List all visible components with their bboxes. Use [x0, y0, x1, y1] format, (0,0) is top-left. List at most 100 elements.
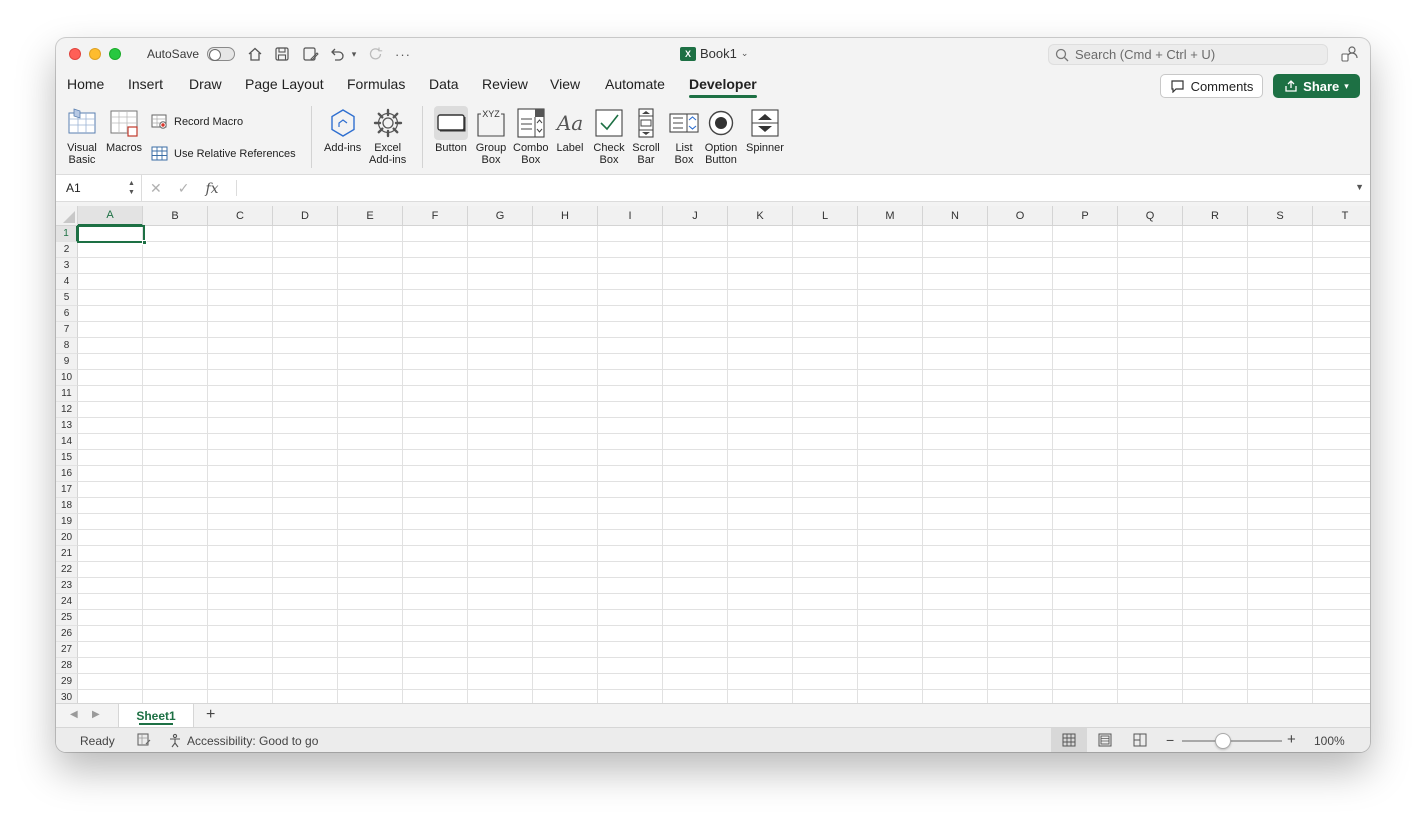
tab-draw[interactable]: Draw: [189, 76, 222, 92]
column-header-h[interactable]: H: [533, 206, 598, 226]
home-icon[interactable]: [246, 45, 264, 63]
row-header-16[interactable]: 16: [56, 466, 78, 482]
cell-area[interactable]: [78, 226, 1370, 703]
row-header-14[interactable]: 14: [56, 434, 78, 450]
worksheet-grid[interactable]: ABCDEFGHIJKLMNOPQRST 1 2 3 4 5 6 7 8 9 10 11 12 13 14…: [56, 206, 1370, 703]
tab-page-layout[interactable]: Page Layout: [245, 76, 324, 92]
insert-button-control[interactable]: Button: [434, 106, 468, 154]
column-header-b[interactable]: B: [143, 206, 208, 226]
excel-add-ins-button[interactable]: Excel Add-ins: [369, 106, 406, 166]
add-ins-button[interactable]: Add-ins: [324, 106, 361, 154]
minimize-window-button[interactable]: [89, 48, 101, 60]
row-header-18[interactable]: 18: [56, 498, 78, 514]
column-header-l[interactable]: L: [793, 206, 858, 226]
row-header-19[interactable]: 19: [56, 514, 78, 530]
column-header-o[interactable]: O: [988, 206, 1053, 226]
row-header-8[interactable]: 8: [56, 338, 78, 354]
spinner-button[interactable]: Spinner: [746, 106, 784, 154]
confirm-entry-icon[interactable]: ✓: [178, 180, 190, 197]
tab-developer[interactable]: Developer: [689, 76, 757, 98]
column-header-r[interactable]: R: [1183, 206, 1248, 226]
tab-view[interactable]: View: [550, 76, 580, 92]
row-header-20[interactable]: 20: [56, 530, 78, 546]
add-sheet-plus-icon[interactable]: +: [206, 706, 215, 724]
name-box-stepper-icon[interactable]: ▲ ▼: [128, 179, 135, 197]
undo-dropdown-chevron-icon[interactable]: ▾: [349, 45, 359, 63]
column-header-q[interactable]: Q: [1118, 206, 1183, 226]
zoom-percentage[interactable]: 100%: [1314, 734, 1345, 748]
column-header-j[interactable]: J: [663, 206, 728, 226]
save-as-icon[interactable]: [300, 45, 320, 63]
maximize-window-button[interactable]: [109, 48, 121, 60]
search-box[interactable]: Search (Cmd + Ctrl + U): [1048, 44, 1328, 65]
share-button[interactable]: Share ▾: [1273, 74, 1360, 98]
zoom-slider[interactable]: [1182, 740, 1282, 742]
column-header-g[interactable]: G: [468, 206, 533, 226]
sheet-tab-sheet1[interactable]: Sheet1: [118, 704, 194, 727]
column-header-k[interactable]: K: [728, 206, 793, 226]
row-header-9[interactable]: 9: [56, 354, 78, 370]
row-header-26[interactable]: 26: [56, 626, 78, 642]
use-relative-references-button[interactable]: Use Relative References: [151, 146, 296, 161]
column-header-a[interactable]: A: [78, 206, 143, 226]
list-box-button[interactable]: List Box: [667, 106, 701, 166]
save-icon[interactable]: [273, 45, 291, 63]
row-header-12[interactable]: 12: [56, 402, 78, 418]
coauthoring-icon[interactable]: [1341, 45, 1359, 63]
column-header-f[interactable]: F: [403, 206, 468, 226]
tab-review[interactable]: Review: [482, 76, 528, 92]
row-header-30[interactable]: 30: [56, 690, 78, 703]
fill-handle[interactable]: [142, 240, 147, 245]
tab-home[interactable]: Home: [67, 76, 104, 92]
row-header-13[interactable]: 13: [56, 418, 78, 434]
row-header-2[interactable]: 2: [56, 242, 78, 258]
row-header-25[interactable]: 25: [56, 610, 78, 626]
tab-data[interactable]: Data: [429, 76, 459, 92]
redo-icon[interactable]: [367, 45, 385, 63]
row-header-1[interactable]: 1: [56, 226, 78, 242]
row-header-7[interactable]: 7: [56, 322, 78, 338]
label-control-button[interactable]: Aa Label: [553, 106, 587, 154]
row-header-29[interactable]: 29: [56, 674, 78, 690]
page-layout-view-button[interactable]: [1087, 728, 1123, 752]
row-header-5[interactable]: 5: [56, 290, 78, 306]
column-header-t[interactable]: T: [1313, 206, 1370, 226]
page-break-view-button[interactable]: [1122, 728, 1158, 752]
row-header-27[interactable]: 27: [56, 642, 78, 658]
next-sheet-arrow-icon[interactable]: ▶: [92, 709, 100, 720]
close-window-button[interactable]: [69, 48, 81, 60]
zoom-slider-thumb[interactable]: [1215, 733, 1231, 749]
cancel-entry-icon[interactable]: ✕: [150, 180, 162, 197]
previous-sheet-arrow-icon[interactable]: ◀: [70, 709, 78, 720]
row-header-15[interactable]: 15: [56, 450, 78, 466]
tab-automate[interactable]: Automate: [605, 76, 665, 92]
row-header-10[interactable]: 10: [56, 370, 78, 386]
document-title[interactable]: X Book1 ⌄: [680, 46, 748, 61]
column-header-p[interactable]: P: [1053, 206, 1118, 226]
column-header-d[interactable]: D: [273, 206, 338, 226]
column-header-c[interactable]: C: [208, 206, 273, 226]
row-header-3[interactable]: 3: [56, 258, 78, 274]
active-cell-a1[interactable]: [77, 225, 145, 243]
select-all-corner[interactable]: [56, 206, 78, 226]
column-header-i[interactable]: I: [598, 206, 663, 226]
macro-recording-icon[interactable]: [136, 732, 152, 751]
zoom-in-button[interactable]: +: [1287, 731, 1296, 748]
name-box[interactable]: A1 ▲ ▼: [56, 175, 142, 201]
tab-formulas[interactable]: Formulas: [347, 76, 405, 92]
undo-icon[interactable]: [328, 45, 346, 63]
row-header-28[interactable]: 28: [56, 658, 78, 674]
normal-view-button[interactable]: [1051, 728, 1087, 752]
row-header-23[interactable]: 23: [56, 578, 78, 594]
macros-button[interactable]: Macros: [106, 106, 142, 154]
tab-insert[interactable]: Insert: [128, 76, 163, 92]
accessibility-status[interactable]: Accessibility: Good to go: [168, 733, 318, 748]
group-box-button[interactable]: XYZ Group Box: [474, 106, 508, 166]
zoom-out-button[interactable]: −: [1166, 732, 1174, 748]
comments-button[interactable]: Comments: [1160, 74, 1263, 98]
column-header-n[interactable]: N: [923, 206, 988, 226]
column-header-e[interactable]: E: [338, 206, 403, 226]
combo-box-button[interactable]: Combo Box: [513, 106, 548, 166]
more-options-icon[interactable]: ···: [394, 45, 412, 63]
row-header-6[interactable]: 6: [56, 306, 78, 322]
